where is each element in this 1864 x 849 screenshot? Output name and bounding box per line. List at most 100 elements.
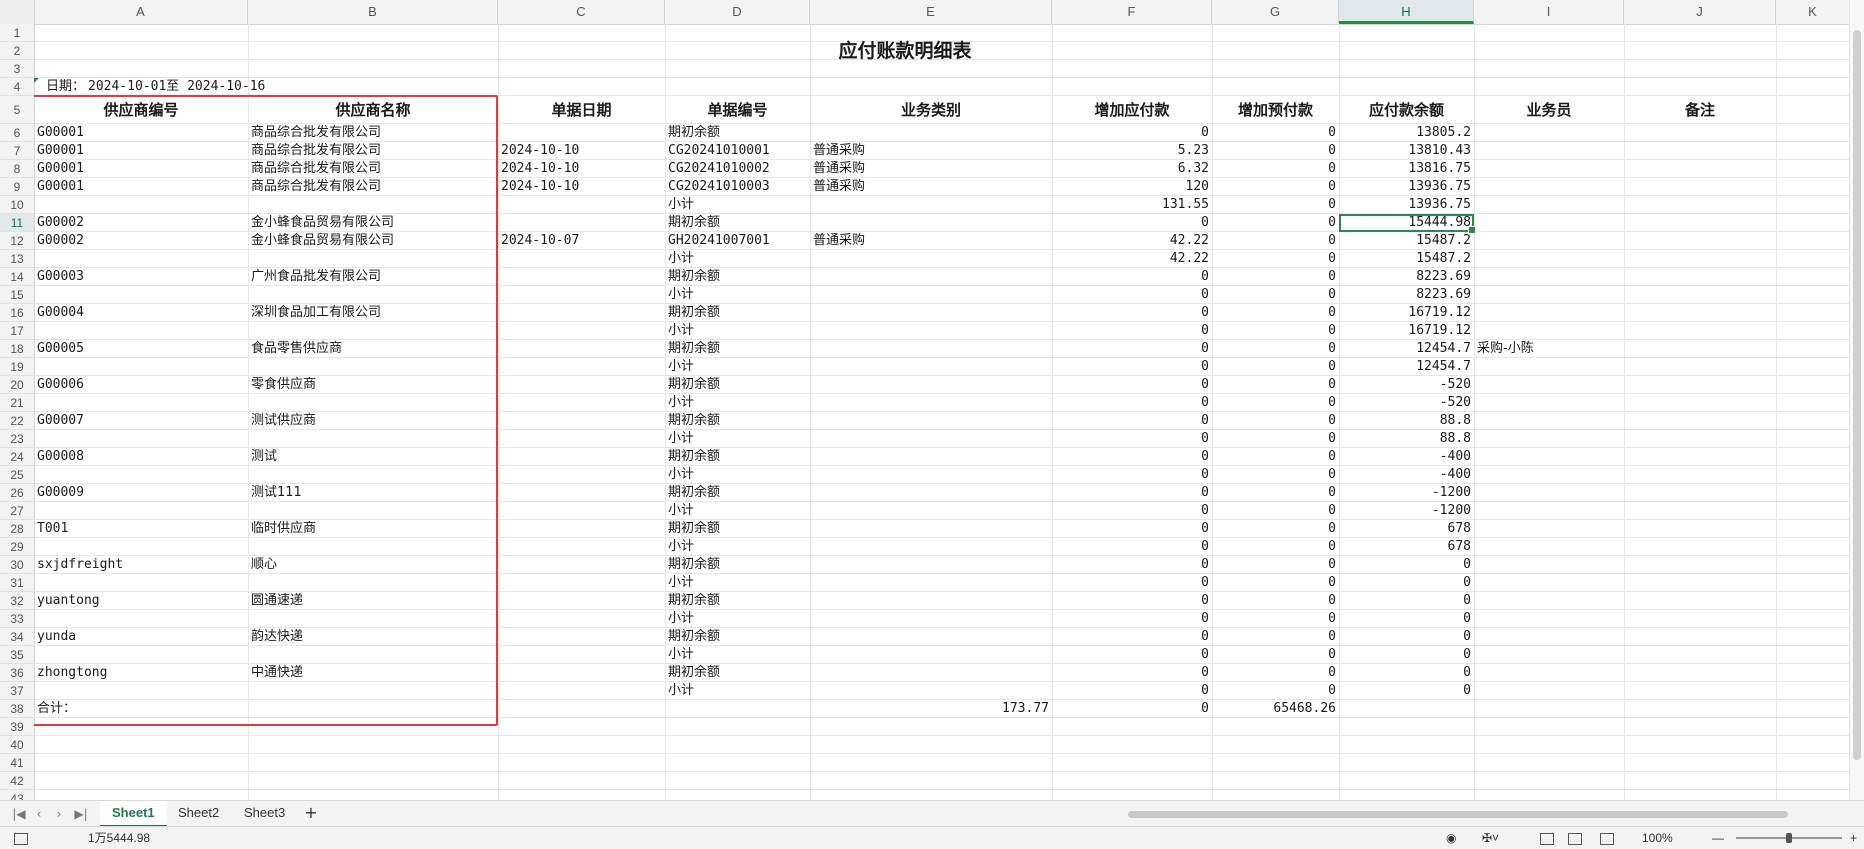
column-header-a[interactable]: A xyxy=(34,0,248,24)
data-cell[interactable]: GH20241007001 xyxy=(665,232,810,250)
data-cell[interactable]: 商品综合批发有限公司 xyxy=(248,124,498,142)
row-header-16[interactable]: 16 xyxy=(0,304,34,322)
row-header-31[interactable]: 31 xyxy=(0,574,34,592)
data-cell[interactable]: 0 xyxy=(1212,574,1339,592)
data-cell[interactable]: 0 xyxy=(1212,142,1339,160)
data-cell[interactable]: 0 xyxy=(1052,592,1212,610)
cell-grid[interactable]: 应付账款明细表 日期： 2024-10-01至 2024-10-16 供应商编号 供应商… xyxy=(34,24,1850,800)
row-header-11[interactable]: 11 xyxy=(0,214,34,232)
data-cell[interactable]: T001 xyxy=(34,520,248,538)
data-cell[interactable]: 2024-10-07 xyxy=(498,232,665,250)
row-header-4[interactable]: 4 xyxy=(0,78,34,96)
data-cell[interactable]: 中通快递 xyxy=(248,664,498,682)
data-cell[interactable]: 13816.75 xyxy=(1339,160,1474,178)
data-cell[interactable]: 小计 xyxy=(665,502,810,520)
row-header-6[interactable]: 6 xyxy=(0,124,34,142)
data-cell[interactable]: 商品综合批发有限公司 xyxy=(248,178,498,196)
data-cell[interactable]: 2024-10-10 xyxy=(498,178,665,196)
data-cell[interactable]: -1200 xyxy=(1339,502,1474,520)
data-cell[interactable]: 0 xyxy=(1052,502,1212,520)
column-header-e[interactable]: E xyxy=(810,0,1052,24)
data-cell[interactable]: 小计 xyxy=(665,646,810,664)
column-title[interactable]: 单据编号 xyxy=(665,96,810,124)
row-header-39[interactable]: 39 xyxy=(0,718,34,736)
data-cell[interactable]: 42.22 xyxy=(1052,250,1212,268)
select-all-corner[interactable] xyxy=(0,0,35,24)
data-cell[interactable]: 0 xyxy=(1212,304,1339,322)
data-cell[interactable]: 期初余额 xyxy=(665,304,810,322)
row-header-8[interactable]: 8 xyxy=(0,160,34,178)
data-cell[interactable]: 期初余额 xyxy=(665,340,810,358)
data-cell[interactable]: 0 xyxy=(1212,232,1339,250)
prev-sheet-icon[interactable]: ‹ xyxy=(30,805,48,823)
data-cell[interactable]: 0 xyxy=(1052,610,1212,628)
data-cell[interactable]: CG20241010002 xyxy=(665,160,810,178)
data-cell[interactable]: 0 xyxy=(1339,682,1474,700)
data-cell[interactable]: 0 xyxy=(1052,628,1212,646)
data-cell[interactable]: 0 xyxy=(1052,682,1212,700)
row-header-27[interactable]: 27 xyxy=(0,502,34,520)
row-header-21[interactable]: 21 xyxy=(0,394,34,412)
data-cell[interactable]: 普通采购 xyxy=(810,142,1052,160)
column-header-b[interactable]: B xyxy=(248,0,498,24)
row-header-20[interactable]: 20 xyxy=(0,376,34,394)
data-cell[interactable]: 期初余额 xyxy=(665,628,810,646)
column-title[interactable]: 备注 xyxy=(1624,96,1776,124)
row-header-41[interactable]: 41 xyxy=(0,754,34,772)
column-header-h[interactable]: H xyxy=(1339,0,1474,24)
data-cell[interactable]: 期初余额 xyxy=(665,520,810,538)
data-cell[interactable]: 顺心 xyxy=(248,556,498,574)
data-cell[interactable]: 0 xyxy=(1212,268,1339,286)
data-cell[interactable]: 小计 xyxy=(665,250,810,268)
data-cell[interactable]: 16719.12 xyxy=(1339,304,1474,322)
total-cell[interactable]: 173.77 xyxy=(810,700,1052,718)
row-header-9[interactable]: 9 xyxy=(0,178,34,196)
data-cell[interactable]: 圆通速递 xyxy=(248,592,498,610)
crosshair-icon[interactable]: ✠˅ xyxy=(1482,827,1499,849)
data-cell[interactable]: 0 xyxy=(1339,628,1474,646)
page-break-icon[interactable] xyxy=(1600,827,1614,849)
row-header-23[interactable]: 23 xyxy=(0,430,34,448)
data-cell[interactable]: G00001 xyxy=(34,178,248,196)
data-cell[interactable]: G00003 xyxy=(34,268,248,286)
data-cell[interactable]: 0 xyxy=(1339,610,1474,628)
row-header-33[interactable]: 33 xyxy=(0,610,34,628)
data-cell[interactable]: 0 xyxy=(1212,394,1339,412)
data-cell[interactable]: 普通采购 xyxy=(810,178,1052,196)
data-cell[interactable]: 金小蜂食品贸易有限公司 xyxy=(248,232,498,250)
eye-icon[interactable]: ◉ xyxy=(1446,827,1456,849)
column-title[interactable]: 供应商名称 xyxy=(248,96,498,124)
sheet-tab-sheet3[interactable]: Sheet3 xyxy=(232,801,297,825)
row-header-1[interactable]: 1 xyxy=(0,24,34,42)
data-cell[interactable]: 临时供应商 xyxy=(248,520,498,538)
column-header-k[interactable]: K xyxy=(1776,0,1850,24)
data-cell[interactable]: 0 xyxy=(1052,646,1212,664)
data-cell[interactable]: 13805.2 xyxy=(1339,124,1474,142)
data-cell[interactable]: 0 xyxy=(1052,214,1212,232)
data-cell[interactable]: 普通采购 xyxy=(810,232,1052,250)
row-header-43[interactable]: 43 xyxy=(0,790,34,800)
data-cell[interactable]: CG20241010001 xyxy=(665,142,810,160)
data-cell[interactable]: 期初余额 xyxy=(665,124,810,142)
data-cell[interactable]: 13936.75 xyxy=(1339,178,1474,196)
data-cell[interactable]: 0 xyxy=(1339,664,1474,682)
data-cell[interactable]: 0 xyxy=(1052,286,1212,304)
column-title[interactable]: 业务类别 xyxy=(810,96,1052,124)
column-title[interactable]: 应付款余额 xyxy=(1339,96,1474,124)
data-cell[interactable]: 0 xyxy=(1212,286,1339,304)
row-header-13[interactable]: 13 xyxy=(0,250,34,268)
column-title[interactable]: 增加预付款 xyxy=(1212,96,1339,124)
column-title[interactable]: 单据日期 xyxy=(498,96,665,124)
data-cell[interactable]: 131.55 xyxy=(1052,196,1212,214)
data-cell[interactable]: 0 xyxy=(1212,520,1339,538)
row-header-17[interactable]: 17 xyxy=(0,322,34,340)
data-cell[interactable]: 0 xyxy=(1212,502,1339,520)
data-cell[interactable]: 2024-10-10 xyxy=(498,160,665,178)
row-header-3[interactable]: 3 xyxy=(0,60,34,78)
data-cell[interactable]: G00007 xyxy=(34,412,248,430)
data-cell[interactable]: 0 xyxy=(1212,160,1339,178)
data-cell[interactable]: yunda xyxy=(34,628,248,646)
row-header-36[interactable]: 36 xyxy=(0,664,34,682)
last-sheet-icon[interactable]: ▶| xyxy=(72,805,90,823)
data-cell[interactable]: 6.32 xyxy=(1052,160,1212,178)
